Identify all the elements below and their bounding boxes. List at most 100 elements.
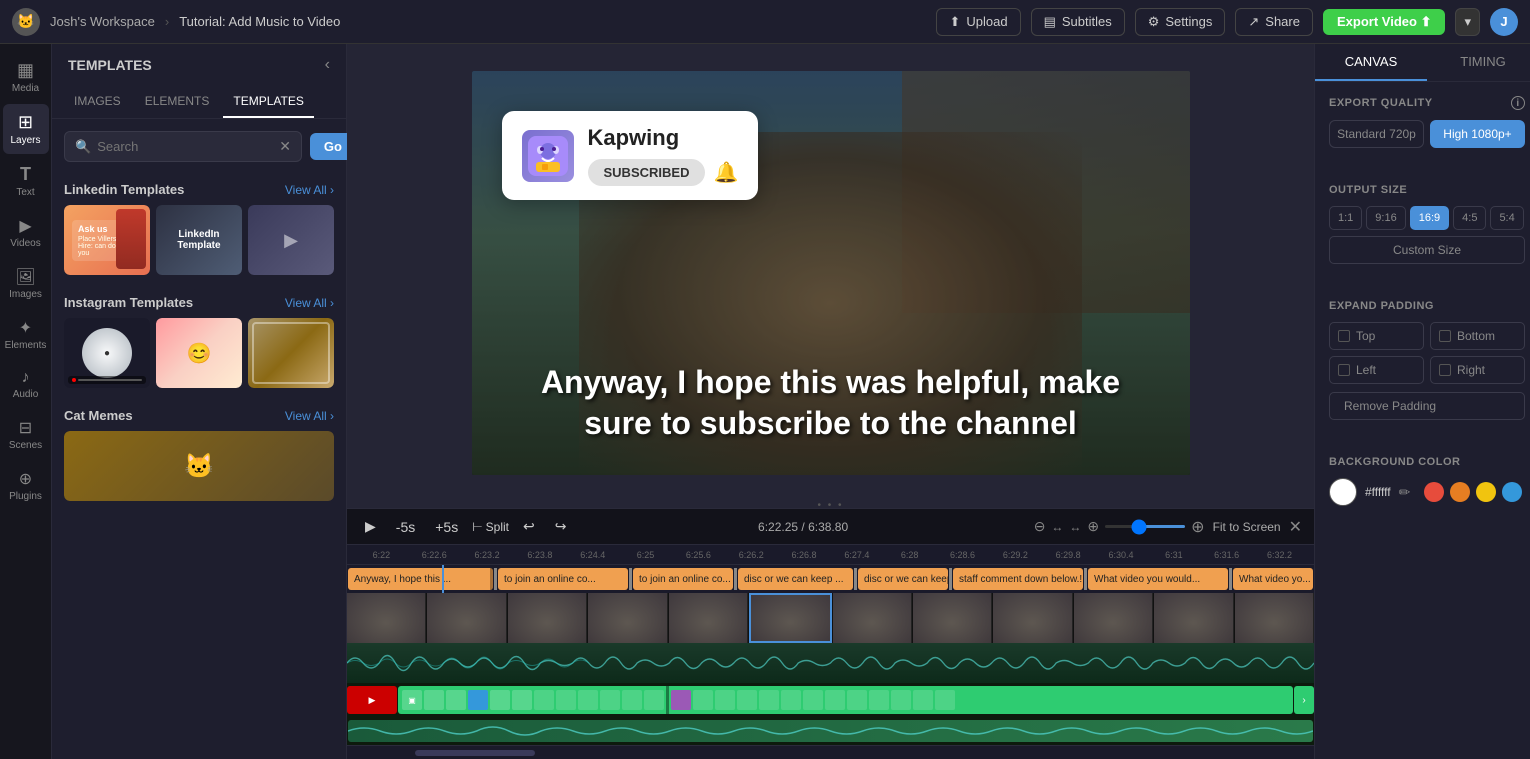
catmemes-template-1[interactable]: 🐱 [64, 431, 334, 501]
tab-images[interactable]: IMAGES [64, 86, 131, 118]
info-icon[interactable]: i [1511, 96, 1525, 110]
standard-quality-button[interactable]: Standard 720p [1329, 120, 1424, 148]
size-9-16[interactable]: 9:16 [1366, 206, 1405, 230]
tab-timing[interactable]: TIMING [1427, 44, 1530, 81]
sidebar-icons: ▦ Media ⊞ Layers T Text ▶ Videos 🖼 Image… [0, 44, 52, 759]
subscribe-info: Kapwing SUBSCRIBED 🔔 [588, 125, 739, 186]
color-preset-red[interactable] [1424, 482, 1444, 502]
search-box: 🔍 ✕ [64, 131, 302, 162]
subtitles-button[interactable]: ▤ Subtitles [1031, 8, 1125, 36]
collapse-icon[interactable]: ‹ [325, 56, 330, 74]
sidebar-item-elements[interactable]: ✦ Elements [3, 310, 49, 359]
search-input[interactable] [97, 139, 273, 154]
sidebar-item-media[interactable]: ▦ Media [3, 52, 49, 102]
zoom-in-icon[interactable]: ⊕ [1087, 518, 1099, 535]
instagram-template-3[interactable] [248, 318, 334, 388]
settings-button[interactable]: ⚙ Settings [1135, 8, 1226, 36]
upload-icon: ⬆ [949, 14, 960, 30]
color-preset-orange[interactable] [1450, 482, 1470, 502]
size-5-4[interactable]: 5:4 [1490, 206, 1523, 230]
padding-top[interactable]: Top [1329, 322, 1424, 350]
sidebar-item-layers[interactable]: ⊞ Layers [3, 104, 49, 154]
padding-grid: Top Bottom Left Right [1329, 322, 1525, 384]
audio-track[interactable] [347, 643, 1314, 683]
quality-options: Standard 720p High 1080p+ [1329, 120, 1525, 148]
linkedin-template-1[interactable]: Ask us Place Villers Hire: can do for yo… [64, 205, 150, 275]
padding-right[interactable]: Right [1430, 356, 1525, 384]
layers-icon: ⊞ [18, 112, 33, 133]
sidebar-item-videos[interactable]: ▶ Videos [3, 208, 49, 257]
sidebar-item-scenes[interactable]: ⊟ Scenes [3, 410, 49, 459]
ruler-mark: 6:23.2 [461, 550, 514, 560]
zoom-slider[interactable] [1105, 525, 1185, 528]
subtitle-clip[interactable]: Anyway, I hope this ... [348, 568, 493, 590]
sidebar-item-audio[interactable]: ♪ Audio [3, 361, 49, 408]
tab-canvas[interactable]: CANVAS [1315, 44, 1427, 81]
close-timeline-icon[interactable]: ✕ [1289, 517, 1302, 537]
size-1-1[interactable]: 1:1 [1329, 206, 1362, 230]
high-quality-button[interactable]: High 1080p+ [1430, 120, 1525, 148]
breadcrumb-sep: › [165, 14, 169, 29]
panel-title: TEMPLATES [68, 57, 152, 73]
upload-button[interactable]: ⬆ Upload [936, 8, 1020, 36]
search-row: 🔍 ✕ Go [52, 119, 346, 174]
undo-button[interactable]: ↩ [517, 515, 541, 538]
clear-icon[interactable]: ✕ [279, 138, 291, 155]
workspace-link[interactable]: Josh's Workspace [50, 14, 155, 29]
split-button[interactable]: ⊢ Split [472, 520, 509, 534]
instagram-view-all[interactable]: View All › [285, 296, 334, 310]
caption-text: Anyway, I hope this was helpful, make su… [512, 362, 1150, 445]
video-canvas[interactable]: Kapwing SUBSCRIBED 🔔 Anyway, I hope this… [472, 71, 1190, 475]
ruler-mark: 6:26.8 [778, 550, 831, 560]
linkedin-template-2[interactable]: LinkedInTemplate [156, 205, 242, 275]
tab-templates[interactable]: TEMPLATES [223, 86, 313, 118]
color-edit-icon[interactable]: ✏ [1399, 484, 1411, 501]
timeline-controls: ▶ -5s +5s ⊢ Split ↩ ↪ 6:22.25 / 6:38.80 … [347, 509, 1314, 545]
export-button[interactable]: Export Video ⬆ [1323, 9, 1445, 35]
subtitle-track[interactable]: Anyway, I hope this ... to join an onlin… [347, 565, 1314, 593]
share-button[interactable]: ↗ Share [1235, 8, 1313, 36]
sidebar-item-images[interactable]: 🖼 Images [3, 259, 49, 308]
remove-padding-button[interactable]: Remove Padding [1329, 392, 1525, 420]
skip-back-button[interactable]: -5s [390, 516, 421, 538]
color-swatch[interactable] [1329, 478, 1357, 506]
redo-button[interactable]: ↪ [549, 515, 573, 538]
custom-size-button[interactable]: Custom Size [1329, 236, 1525, 264]
color-preset-blue[interactable] [1502, 482, 1522, 502]
catmemes-view-all[interactable]: View All › [285, 409, 334, 423]
channel-name: Kapwing [588, 125, 739, 151]
timeline-scrollbar[interactable] [415, 750, 535, 756]
avatar[interactable]: J [1490, 8, 1518, 36]
subtitle-clip[interactable]: to join an online co... [633, 568, 733, 590]
tab-elements[interactable]: ELEMENTS [135, 86, 220, 118]
instagram-template-1[interactable]: ● [64, 318, 150, 388]
fit-to-screen-button[interactable]: Fit to Screen [1213, 520, 1281, 534]
play-button[interactable]: ▶ [359, 515, 382, 538]
media-track[interactable]: ▶ ▣ [347, 683, 1314, 717]
ruler-mark: 6:30.4 [1095, 550, 1148, 560]
zoom-out-icon[interactable]: ⊖ [1034, 518, 1046, 535]
subtitle-clip[interactable]: staff comment down below.! [953, 568, 1083, 590]
size-4-5[interactable]: 4:5 [1453, 206, 1486, 230]
export-dropdown[interactable]: ▾ [1455, 8, 1480, 36]
linkedin-view-all[interactable]: View All › [285, 183, 334, 197]
skip-forward-button[interactable]: +5s [429, 516, 464, 538]
padding-right-checkbox [1439, 364, 1451, 376]
subtitle-clip[interactable]: to join an online co... [498, 568, 628, 590]
sidebar-item-text[interactable]: T Text [3, 156, 49, 206]
size-16-9[interactable]: 16:9 [1410, 206, 1449, 230]
color-preset-yellow[interactable] [1476, 482, 1496, 502]
instagram-template-2[interactable]: 😊 [156, 318, 242, 388]
subtitle-clip[interactable]: What video you would... [1088, 568, 1228, 590]
linkedin-template-3[interactable]: ▶ [248, 205, 334, 275]
subtitle-clip[interactable]: What video yo... [1233, 568, 1313, 590]
subtitle-clip[interactable]: disc or we can keep ... [858, 568, 948, 590]
subtitle-clip[interactable]: disc or we can keep ... [738, 568, 853, 590]
padding-bottom[interactable]: Bottom [1430, 322, 1525, 350]
sidebar-item-plugins[interactable]: ⊕ Plugins [3, 461, 49, 510]
zoom-max-icon[interactable]: ⊕ [1191, 517, 1204, 537]
video-track[interactable] [347, 593, 1314, 643]
subscribed-button[interactable]: SUBSCRIBED [588, 159, 706, 186]
bell-icon[interactable]: 🔔 [713, 160, 738, 185]
padding-left[interactable]: Left [1329, 356, 1424, 384]
